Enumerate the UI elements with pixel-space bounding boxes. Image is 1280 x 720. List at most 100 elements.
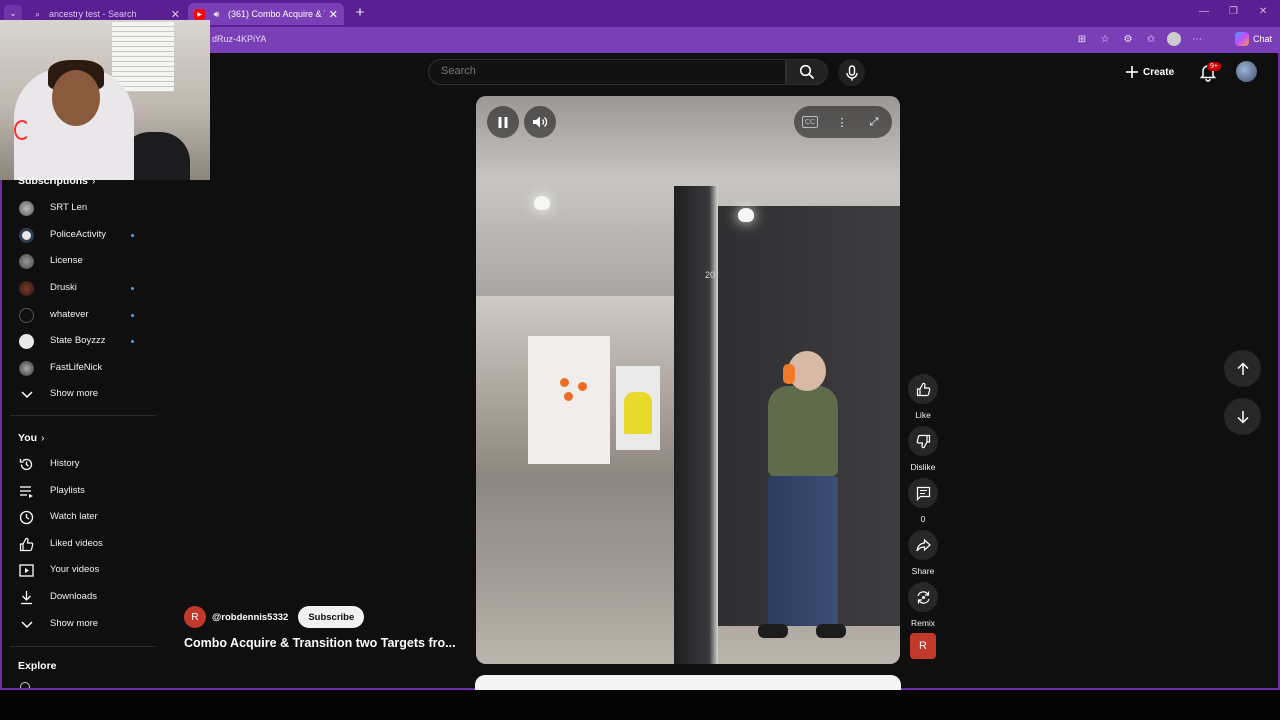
video-title[interactable]: Combo Acquire & Transition two Targets f… <box>184 636 464 650</box>
new-content-dot <box>131 340 134 343</box>
close-window-icon[interactable]: ✕ <box>1259 6 1267 17</box>
sidebar-item-liked-videos[interactable]: Liked videos <box>0 531 158 557</box>
new-tab-button[interactable]: + <box>352 4 368 22</box>
show-more-subscriptions[interactable]: Show more <box>0 381 158 407</box>
extensions-icon[interactable]: ⚙ <box>1121 32 1135 46</box>
sidebar-item-fastlifenick[interactable]: FastLifeNick <box>0 355 158 381</box>
history-icon <box>19 458 33 471</box>
tab-youtube-video[interactable]: ▶ 🔊︎ (361) Combo Acquire & Transition ✕ <box>188 3 344 25</box>
sidebar-item-your-videos[interactable]: Your videos <box>0 557 158 583</box>
next-short-button[interactable] <box>1224 398 1261 435</box>
channel-avatar <box>19 308 34 323</box>
voice-search-button[interactable] <box>838 59 865 86</box>
subscriptions-heading[interactable]: Subscriptions › <box>18 175 95 187</box>
restore-icon[interactable]: ❐ <box>1229 6 1238 17</box>
remix-action: Remix <box>907 582 939 628</box>
chevron-down-icon <box>20 390 33 398</box>
download-icon <box>21 591 32 605</box>
sound-source-avatar[interactable]: R <box>910 633 936 659</box>
clock-icon <box>19 510 34 525</box>
channel-avatar[interactable]: R <box>184 606 206 628</box>
sidebar-item-srt-len[interactable]: SRT Len <box>0 195 158 221</box>
sidebar-item-history[interactable]: History <box>0 451 158 477</box>
channel-info: R @robdennis5332 Subscribe <box>184 606 365 628</box>
short-video-player[interactable]: 20 CC ⋮ ⤢ <box>476 96 900 664</box>
show-more-you[interactable]: Show more <box>0 611 158 637</box>
comments-button[interactable] <box>908 478 938 508</box>
youtube-favicon-icon: ▶ <box>194 8 205 20</box>
sidebar-divider <box>10 415 156 416</box>
explore-item-icon <box>20 682 30 688</box>
more-menu-icon[interactable]: ⋯ <box>1190 32 1204 46</box>
arrow-down-icon <box>1236 410 1249 424</box>
webcam-overlay <box>0 20 210 180</box>
copilot-chat-button[interactable]: Chat <box>1234 32 1272 46</box>
sidebar-item-license[interactable]: License <box>0 248 158 274</box>
share-button[interactable] <box>908 530 938 560</box>
fullscreen-icon[interactable]: ⤢ <box>866 114 882 130</box>
sidebar-item-playlists[interactable]: Playlists <box>0 478 158 504</box>
pause-button[interactable] <box>487 106 519 138</box>
like-action: Like <box>907 374 939 420</box>
new-content-dot <box>131 287 134 290</box>
profile-icon[interactable] <box>1167 32 1181 46</box>
sidebar-divider <box>10 646 156 647</box>
sidebar-item-state-boyzzz[interactable]: State Boyzzz <box>0 328 158 354</box>
sidebar-item-whatever[interactable]: whatever <box>0 302 158 328</box>
channel-avatar <box>19 361 34 376</box>
search-button[interactable] <box>786 59 828 85</box>
close-tab-icon[interactable]: ✕ <box>329 8 338 21</box>
channel-avatar <box>19 254 34 269</box>
account-avatar[interactable] <box>1236 61 1257 82</box>
channel-avatar <box>19 201 34 216</box>
favorite-star-icon[interactable]: ☆ <box>1098 32 1112 46</box>
pause-icon <box>498 116 508 128</box>
favorites-icon[interactable]: ✩ <box>1144 32 1158 46</box>
chevron-down-icon <box>20 620 33 628</box>
search-favicon-icon: ⌕ <box>34 8 41 19</box>
new-content-dot <box>131 234 134 237</box>
previous-short-button[interactable] <box>1224 350 1261 387</box>
search-box <box>428 59 786 85</box>
app-available-icon[interactable]: ⊞ <box>1075 32 1089 46</box>
microphone-icon <box>845 64 858 80</box>
comments-action: 0 <box>907 478 939 524</box>
copilot-icon <box>1234 32 1249 46</box>
comment-icon <box>916 486 930 501</box>
video-icon <box>19 564 34 577</box>
explore-heading: Explore <box>18 660 57 672</box>
speaker-icon[interactable]: 🔊︎ <box>211 9 222 20</box>
captions-icon[interactable]: CC <box>802 116 818 128</box>
create-button[interactable]: Create <box>1126 60 1188 84</box>
paper-target <box>528 336 610 464</box>
sidebar-item-watch-later[interactable]: Watch later <box>0 504 158 530</box>
channel-avatar <box>19 281 34 296</box>
like-button[interactable] <box>908 374 938 404</box>
dislike-action: Dislike <box>907 426 939 472</box>
next-short-preview[interactable] <box>475 675 901 690</box>
channel-handle[interactable]: @robdennis5332 <box>212 612 288 623</box>
dislike-button[interactable] <box>908 426 938 456</box>
plus-icon <box>1126 66 1138 78</box>
minimize-icon[interactable]: — <box>1199 6 1209 17</box>
you-heading[interactable]: You › <box>18 432 44 444</box>
notification-badge: 9+ <box>1207 62 1221 71</box>
taskbar-area <box>0 690 1280 720</box>
share-icon <box>915 538 931 551</box>
more-options-icon[interactable]: ⋮ <box>834 114 850 130</box>
close-tab-icon[interactable]: ✕ <box>171 8 180 21</box>
sidebar-item-downloads[interactable]: Downloads <box>0 584 158 610</box>
volume-icon <box>533 116 548 128</box>
remix-button[interactable] <box>908 582 938 612</box>
sidebar-item-druski[interactable]: Druski <box>0 275 158 301</box>
thumbs-up-icon <box>916 382 930 396</box>
range-lane-number: 20 <box>705 270 716 280</box>
playlists-icon <box>20 486 33 498</box>
subscribe-button[interactable]: Subscribe <box>298 606 365 628</box>
volume-button[interactable] <box>524 106 556 138</box>
url-text[interactable]: dRuz-4KPiYA <box>212 34 266 44</box>
sidebar-item-policeactivity[interactable]: PoliceActivity <box>0 222 158 248</box>
search-input[interactable] <box>441 65 771 77</box>
channel-avatar <box>19 334 34 349</box>
video-controls-group: CC ⋮ ⤢ <box>794 106 892 138</box>
